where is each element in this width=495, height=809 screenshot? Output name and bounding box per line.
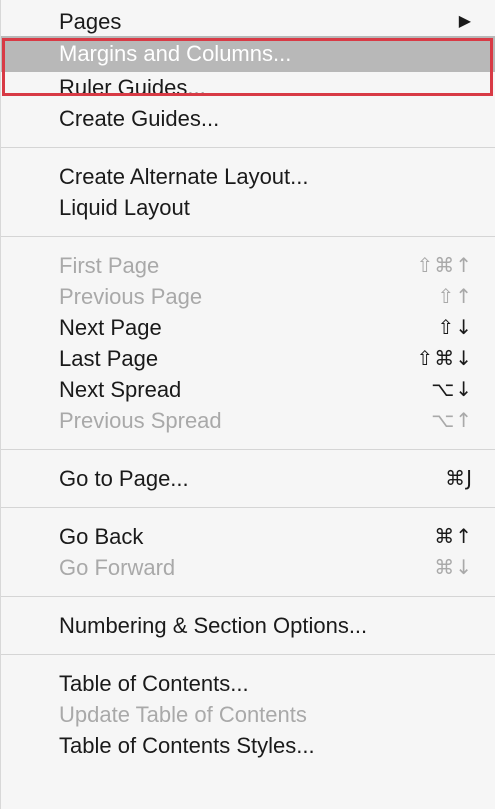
menu-separator — [1, 507, 495, 508]
menu-item-label: Next Spread — [59, 377, 182, 402]
menu-item-go-to-page[interactable]: Go to Page... ⌘J — [1, 463, 495, 494]
menu-item-label: Go to Page... — [59, 466, 189, 491]
menu-item-shortcut: ⌥↓ — [431, 377, 473, 401]
menu-item-previous-page: Previous Page ⇧↑ — [1, 281, 495, 312]
menu-item-next-page[interactable]: Next Page ⇧↓ — [1, 312, 495, 343]
menu-item-label: Go Forward — [59, 555, 176, 580]
menu-item-label: Last Page — [59, 346, 159, 371]
menu-item-create-guides[interactable]: Create Guides... — [1, 103, 495, 134]
triangle-right-icon: ▶ — [458, 13, 471, 30]
menu-item-shortcut: ⌘J — [445, 466, 473, 490]
menu-item-first-page: First Page ⇧⌘↑ — [1, 250, 495, 281]
menu-item-shortcut: ⌥↑ — [431, 408, 473, 432]
menu-item-label: Margins and Columns... — [59, 41, 292, 66]
menu-item-next-spread[interactable]: Next Spread ⌥↓ — [1, 374, 495, 405]
menu-item-table-of-contents-styles[interactable]: Table of Contents Styles... — [1, 730, 495, 761]
menu-item-label: Previous Spread — [59, 408, 222, 433]
menu-item-label: Create Alternate Layout... — [59, 164, 309, 189]
menu-item-margins-and-columns[interactable]: Margins and Columns... — [1, 36, 495, 72]
menu-item-shortcut: ⇧⌘↓ — [416, 346, 473, 370]
menu-item-create-alternate-layout[interactable]: Create Alternate Layout... — [1, 161, 495, 192]
menu-item-shortcut: ⇧⌘↑ — [416, 253, 473, 277]
menu-item-pages[interactable]: Pages ▶ — [1, 8, 495, 36]
menu-item-liquid-layout[interactable]: Liquid Layout — [1, 192, 495, 223]
menu-separator — [1, 236, 495, 237]
menu-separator — [1, 449, 495, 450]
menu-item-update-table-of-contents: Update Table of Contents — [1, 699, 495, 730]
menu-item-go-back[interactable]: Go Back ⌘↑ — [1, 521, 495, 552]
menu-item-ruler-guides[interactable]: Ruler Guides... — [1, 72, 495, 103]
menu-separator — [1, 147, 495, 148]
menu-item-table-of-contents[interactable]: Table of Contents... — [1, 668, 495, 699]
menu-separator — [1, 596, 495, 597]
menu-item-label: Next Page — [59, 315, 162, 340]
menu-top-padding — [1, 0, 495, 8]
menu-separator — [1, 654, 495, 655]
menu-item-numbering-section-options[interactable]: Numbering & Section Options... — [1, 610, 495, 641]
menu-item-label: Table of Contents... — [59, 671, 249, 696]
menu-item-label: Pages — [59, 9, 122, 34]
menu-item-label: Numbering & Section Options... — [59, 613, 368, 638]
menu-item-last-page[interactable]: Last Page ⇧⌘↓ — [1, 343, 495, 374]
menu-item-label: Table of Contents Styles... — [59, 733, 315, 758]
menu-item-label: Update Table of Contents — [59, 702, 307, 727]
menu-item-label: Liquid Layout — [59, 195, 190, 220]
menu-item-label: First Page — [59, 253, 160, 278]
menu-item-previous-spread: Previous Spread ⌥↑ — [1, 405, 495, 436]
layout-menu: Pages ▶ Margins and Columns... Ruler Guides… — [0, 0, 495, 809]
menu-item-shortcut: ⌘↑ — [434, 524, 473, 548]
menu-item-shortcut: ⇧↓ — [437, 315, 473, 339]
menu-item-go-forward: Go Forward ⌘↓ — [1, 552, 495, 583]
menu-item-label: Previous Page — [59, 284, 203, 309]
menu-item-label: Go Back — [59, 524, 144, 549]
menu-item-shortcut: ⇧↑ — [437, 284, 473, 308]
menu-item-shortcut: ⌘↓ — [434, 555, 473, 579]
menu-item-label: Create Guides... — [59, 106, 220, 131]
menu-item-label: Ruler Guides... — [59, 75, 206, 100]
